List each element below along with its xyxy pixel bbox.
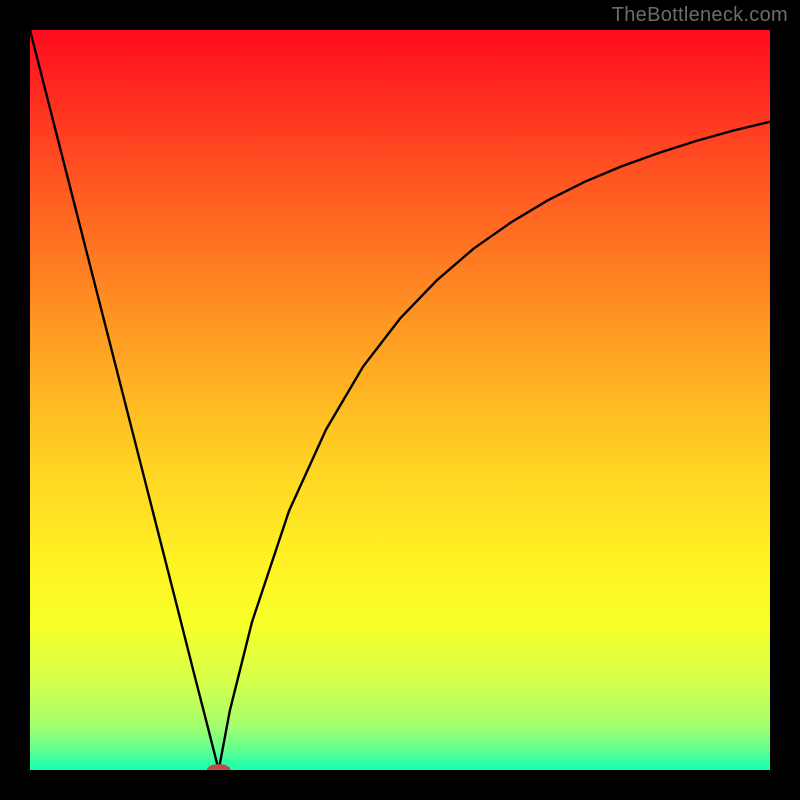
watermark-text: TheBottleneck.com (612, 4, 788, 27)
plot-area (30, 30, 770, 770)
gradient-background (30, 30, 770, 770)
chart-frame: TheBottleneck.com (0, 0, 800, 800)
plot-svg (30, 30, 770, 770)
